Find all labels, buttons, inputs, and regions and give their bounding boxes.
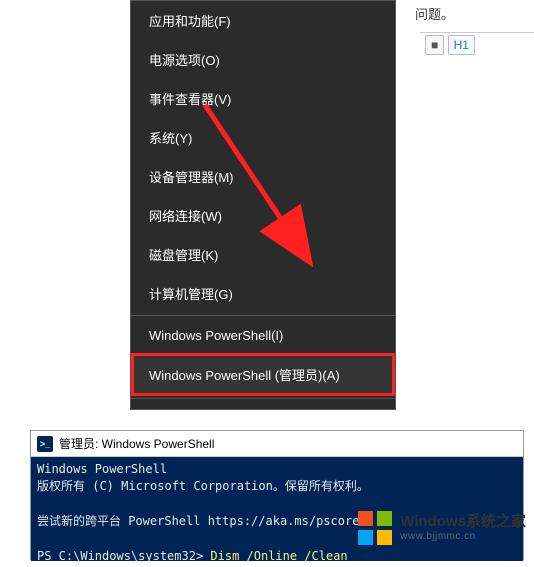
ps-prompt: PS C:\Windows\system32>: [37, 549, 210, 561]
menu-power-options[interactable]: 电源选项(O): [131, 40, 395, 79]
watermark: Windows系统之家 www.bjjmmc.cn: [350, 507, 534, 549]
menu-disk-management[interactable]: 磁盘管理(K): [131, 235, 395, 274]
ps-command: Dism /Online /Clean: [210, 549, 347, 561]
menu-event-viewer[interactable]: 事件查看器(V): [131, 79, 395, 118]
menu-device-manager[interactable]: 设备管理器(M): [131, 157, 395, 196]
menu-powershell[interactable]: Windows PowerShell(I): [131, 318, 395, 353]
powershell-icon: >_: [37, 436, 53, 452]
ps-line3: 尝试新的跨平台 PowerShell https://aka.ms/pscore…: [37, 514, 367, 528]
background-text: 问题。: [415, 4, 454, 23]
powershell-title-text: 管理员: Windows PowerShell: [59, 435, 214, 452]
menu-separator: [131, 398, 395, 399]
windows-logo-icon: [358, 511, 392, 545]
watermark-text: Windows系统之家 www.bjjmmc.cn: [400, 514, 526, 542]
menu-system[interactable]: 系统(Y): [131, 118, 395, 157]
powershell-titlebar[interactable]: >_ 管理员: Windows PowerShell: [31, 431, 523, 457]
menu-powershell-admin[interactable]: Windows PowerShell (管理员)(A): [131, 353, 395, 396]
menu-computer-management[interactable]: 计算机管理(G): [131, 274, 395, 313]
menu-apps-features[interactable]: 应用和功能(F): [131, 1, 395, 40]
ps-line1: Windows PowerShell: [37, 462, 167, 476]
menu-network-connections[interactable]: 网络连接(W): [131, 196, 395, 235]
menu-separator: [131, 315, 395, 316]
heading-toggle[interactable]: H1: [448, 35, 475, 55]
winx-context-menu[interactable]: 应用和功能(F) 电源选项(O) 事件查看器(V) 系统(Y) 设备管理器(M)…: [130, 0, 396, 410]
toolbar-fragment: ■ H1: [425, 38, 475, 52]
toolbar-btn[interactable]: ■: [425, 35, 444, 55]
ps-line2: 版权所有 (C) Microsoft Corporation。保留所有权利。: [37, 479, 369, 493]
